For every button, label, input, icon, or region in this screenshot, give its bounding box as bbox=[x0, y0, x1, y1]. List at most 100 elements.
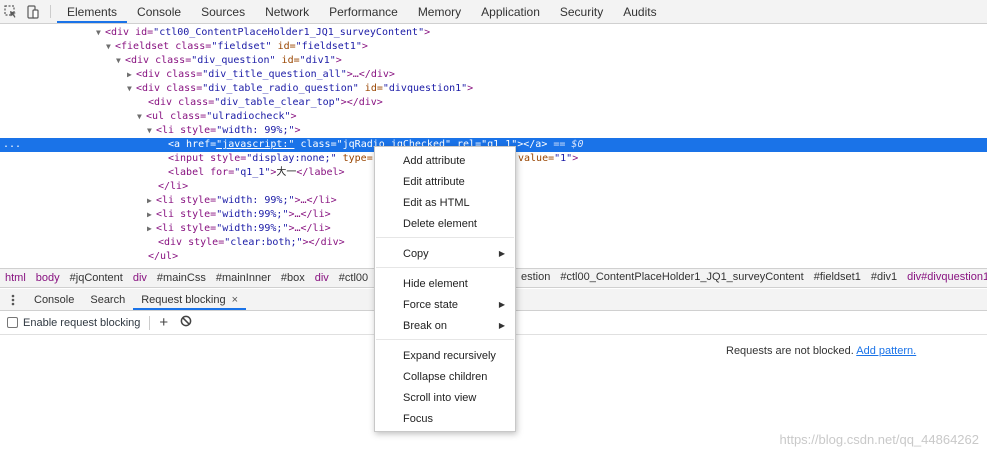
add-pattern-icon[interactable]: + bbox=[159, 314, 168, 331]
drawer-tab-label: Request blocking bbox=[141, 294, 226, 306]
dom-node-row[interactable]: ▼ <ul class="ulradiocheck"> bbox=[137, 110, 297, 124]
collapsed-arrow-icon[interactable]: ▶ bbox=[147, 222, 156, 236]
breadcrumb-item[interactable]: #div1 bbox=[866, 271, 902, 283]
tab-sources[interactable]: Sources bbox=[191, 0, 255, 23]
attr-value: "q1_1" bbox=[234, 167, 271, 178]
menu-item-expand-recursively[interactable]: Expand recursively bbox=[403, 347, 496, 365]
tab-audits[interactable]: Audits bbox=[613, 0, 666, 23]
menu-item-edit-as-html[interactable]: Edit as HTML bbox=[403, 194, 470, 212]
kebab-menu-icon[interactable] bbox=[0, 289, 26, 310]
menu-item-focus[interactable]: Focus bbox=[403, 410, 433, 428]
expanded-arrow-icon[interactable]: ▼ bbox=[96, 26, 105, 40]
attr-name: type= bbox=[336, 153, 373, 164]
breadcrumb-item[interactable]: body bbox=[31, 272, 65, 284]
expanded-arrow-icon[interactable]: ▼ bbox=[106, 40, 115, 54]
breadcrumb-item[interactable]: estion bbox=[516, 271, 555, 283]
expanded-arrow-icon[interactable]: ▼ bbox=[137, 110, 146, 124]
menu-item-label: Force state bbox=[403, 299, 459, 311]
dom-node-row[interactable]: ▼ <div class="div_table_radio_question" i… bbox=[127, 82, 473, 96]
tag-open: <label for= bbox=[168, 167, 235, 178]
dom-node-row[interactable]: </li> bbox=[158, 180, 188, 194]
collapsed-arrow-icon[interactable]: ▶ bbox=[147, 194, 156, 208]
enable-request-blocking-checkbox[interactable] bbox=[7, 317, 18, 328]
panel-tabs: Elements Console Sources Network Perform… bbox=[57, 0, 667, 23]
breadcrumb-item-current[interactable]: div#divquestion1.div_t bbox=[902, 271, 987, 283]
menu-item-scroll-into-view[interactable]: Scroll into view bbox=[403, 389, 476, 407]
attr-name: id= bbox=[358, 83, 383, 94]
collapsed-arrow-icon[interactable]: ▶ bbox=[147, 208, 156, 222]
add-pattern-link[interactable]: Add pattern. bbox=[856, 345, 916, 357]
drawer-tab-request-blocking[interactable]: Request blocking × bbox=[133, 289, 247, 310]
attr-value: "div_question" bbox=[191, 55, 276, 66]
menu-item-add-attribute[interactable]: Add attribute bbox=[403, 152, 465, 170]
dom-node-row-tail: value="1"> bbox=[518, 152, 578, 166]
tag-open: <li style= bbox=[156, 209, 217, 220]
tab-performance[interactable]: Performance bbox=[319, 0, 408, 23]
menu-item-collapse-children[interactable]: Collapse children bbox=[403, 368, 487, 386]
dom-node-row[interactable]: ▼ <div id="ctl00_ContentPlaceHolder1_JQ1_… bbox=[96, 26, 430, 40]
dom-node-row[interactable]: ▶ <li style="width:99%;">…</li> bbox=[147, 222, 331, 236]
attr-name: id= bbox=[271, 41, 296, 52]
drawer-tab-search[interactable]: Search bbox=[82, 289, 133, 310]
attr-value-link[interactable]: "javascript:" bbox=[216, 139, 294, 150]
dom-node-row[interactable]: ▶ <div class="div_title_question_all">…</… bbox=[127, 68, 395, 82]
expanded-arrow-icon[interactable]: ▼ bbox=[127, 82, 136, 96]
breadcrumb-item[interactable]: div bbox=[128, 272, 152, 284]
tag-close: > bbox=[290, 111, 297, 122]
dom-node-row[interactable]: ▶ <li style="width: 99%;">…</li> bbox=[147, 194, 337, 208]
menu-item-break-on[interactable]: Break on ▶ bbox=[403, 317, 511, 335]
breadcrumb-item[interactable]: #fieldset1 bbox=[809, 271, 866, 283]
tab-network[interactable]: Network bbox=[255, 0, 319, 23]
dom-node-row[interactable]: ▼ <li style="width: 99%;"> bbox=[147, 124, 301, 138]
breadcrumb-item[interactable]: div bbox=[310, 272, 334, 284]
breadcrumb-item[interactable]: #mainCss bbox=[152, 272, 211, 284]
tag-open: <div class= bbox=[125, 55, 192, 66]
dom-node-row[interactable]: </ul> bbox=[148, 250, 178, 264]
expanded-arrow-icon[interactable]: ▼ bbox=[147, 124, 156, 138]
tag-close: > bbox=[294, 125, 301, 136]
breadcrumb-item[interactable]: #ctl00 bbox=[334, 272, 373, 284]
dom-node-row[interactable]: <input style="display:none;" type="r bbox=[168, 152, 385, 166]
toolbar-divider bbox=[149, 315, 151, 330]
dom-node-row[interactable]: <label for="q1_1">大一</label> bbox=[168, 166, 345, 180]
attr-value: "width: 99%;" bbox=[216, 125, 295, 136]
dom-node-row[interactable]: ▼ <div class="div_question" id="div1"> bbox=[116, 54, 342, 68]
tag-close: ></a> bbox=[517, 139, 548, 150]
inspect-cursor-icon[interactable] bbox=[0, 0, 22, 24]
node-actions-ellipsis[interactable]: ... bbox=[3, 138, 21, 152]
tab-memory[interactable]: Memory bbox=[408, 0, 471, 23]
attr-value: "width:99%;" bbox=[216, 209, 289, 220]
breadcrumb-item[interactable]: html bbox=[0, 272, 31, 284]
menu-item-copy[interactable]: Copy ▶ bbox=[403, 245, 511, 263]
dom-node-row[interactable]: <div class="div_table_clear_top"></div> bbox=[148, 96, 383, 110]
attr-name: class= bbox=[294, 139, 337, 150]
menu-item-edit-attribute[interactable]: Edit attribute bbox=[403, 173, 465, 191]
dom-node-row[interactable]: ▶ <li style="width:99%;">…</li> bbox=[147, 208, 331, 222]
dom-node-row[interactable]: ▼ <fieldset class="fieldset" id="fieldset… bbox=[106, 40, 368, 54]
breadcrumb-item[interactable]: #ctl00_ContentPlaceHolder1_JQ1_surveyCon… bbox=[555, 271, 808, 283]
block-icon[interactable] bbox=[180, 315, 192, 330]
tab-application[interactable]: Application bbox=[471, 0, 550, 23]
dom-node-row[interactable]: <div style="clear:both;"></div> bbox=[158, 236, 345, 250]
tag-open: <div style= bbox=[158, 237, 225, 248]
device-toggle-icon[interactable] bbox=[22, 0, 44, 24]
attr-value: "div_table_clear_top" bbox=[214, 97, 341, 108]
menu-item-label: Expand recursively bbox=[403, 350, 496, 362]
menu-item-label: Collapse children bbox=[403, 371, 488, 383]
breadcrumb-item[interactable]: #box bbox=[276, 272, 310, 284]
menu-item-hide-element[interactable]: Hide element bbox=[403, 275, 468, 293]
drawer-tab-console[interactable]: Console bbox=[26, 289, 82, 310]
menu-item-label: Break on bbox=[403, 320, 448, 332]
tab-elements[interactable]: Elements bbox=[57, 0, 128, 23]
tab-console[interactable]: Console bbox=[127, 0, 191, 23]
close-icon[interactable]: × bbox=[232, 294, 238, 306]
menu-item-label: Edit attribute bbox=[403, 176, 465, 188]
menu-item-delete-element[interactable]: Delete element bbox=[403, 215, 477, 233]
menu-item-force-state[interactable]: Force state ▶ bbox=[403, 296, 511, 314]
breadcrumb-item[interactable]: #mainInner bbox=[211, 272, 276, 284]
submenu-arrow-icon: ▶ bbox=[498, 321, 505, 330]
collapsed-arrow-icon[interactable]: ▶ bbox=[127, 68, 136, 82]
breadcrumb-item[interactable]: #jqContent bbox=[65, 272, 128, 284]
expanded-arrow-icon[interactable]: ▼ bbox=[116, 54, 125, 68]
tab-security[interactable]: Security bbox=[550, 0, 613, 23]
